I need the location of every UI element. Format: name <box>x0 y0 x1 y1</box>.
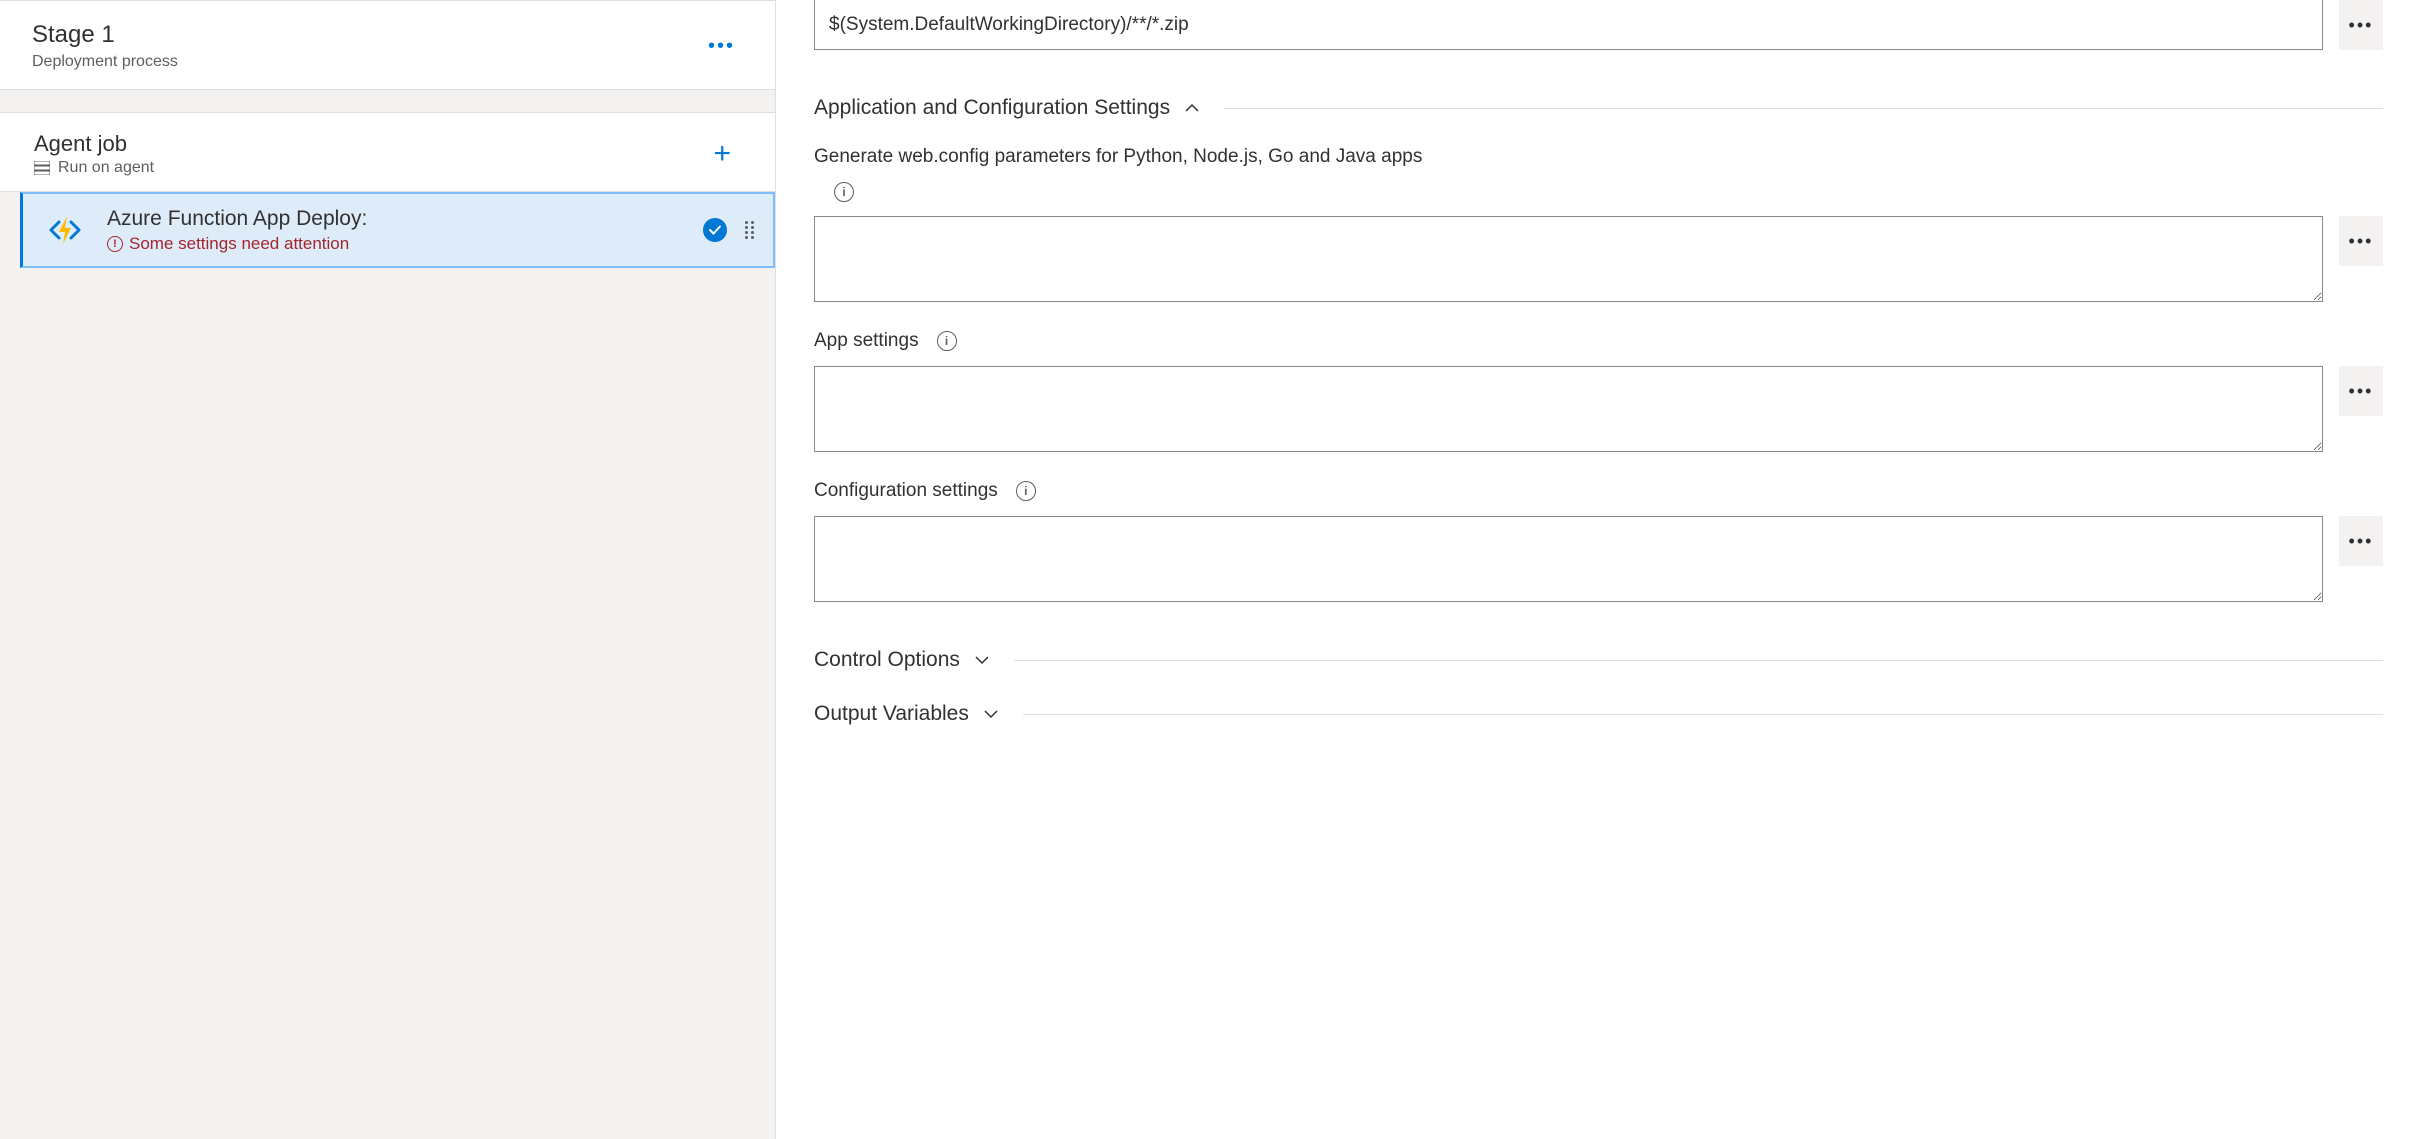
stage-subtitle: Deployment process <box>32 53 178 71</box>
azure-function-icon <box>41 206 89 254</box>
stage-header[interactable]: Stage 1 Deployment process ••• <box>0 1 775 90</box>
agent-job-card[interactable]: Agent job Run on agent + <box>0 112 775 192</box>
stage-more-menu[interactable]: ••• <box>700 27 743 66</box>
webconfig-label: Generate web.config parameters for Pytho… <box>814 146 1422 168</box>
package-path-browse-button[interactable]: ••• <box>2339 0 2383 50</box>
configsettings-browse-button[interactable]: ••• <box>2339 516 2383 566</box>
section-output-variables-title: Output Variables <box>814 702 969 726</box>
add-task-button[interactable]: + <box>713 137 735 171</box>
drag-handle[interactable] <box>745 221 755 239</box>
agent-job-title: Agent job <box>34 131 154 157</box>
section-control-options-title: Control Options <box>814 648 960 672</box>
configsettings-label: Configuration settings <box>814 480 998 502</box>
section-output-variables-header[interactable]: Output Variables <box>814 702 2383 726</box>
left-panel: Stage 1 Deployment process ••• Agent job… <box>0 0 776 1139</box>
stage-title: Stage 1 <box>32 21 178 49</box>
task-azure-function-deploy[interactable]: Azure Function App Deploy: ! Some settin… <box>20 192 775 268</box>
warning-icon: ! <box>107 236 123 252</box>
task-selected-check-icon <box>703 218 727 242</box>
webconfig-input[interactable] <box>814 216 2323 302</box>
divider <box>1224 108 2383 109</box>
task-title: Azure Function App Deploy: <box>107 207 685 231</box>
appsettings-input[interactable] <box>814 366 2323 452</box>
task-warning: ! Some settings need attention <box>107 234 685 254</box>
webconfig-browse-button[interactable]: ••• <box>2339 216 2383 266</box>
info-icon[interactable]: i <box>937 331 957 351</box>
appsettings-browse-button[interactable]: ••• <box>2339 366 2383 416</box>
info-icon[interactable]: i <box>1016 481 1036 501</box>
configsettings-input[interactable] <box>814 516 2323 602</box>
server-icon <box>34 161 50 175</box>
package-path-input[interactable] <box>814 0 2323 50</box>
chevron-down-icon <box>974 652 990 668</box>
agent-job-subtitle: Run on agent <box>58 159 154 177</box>
divider <box>1014 660 2383 661</box>
chevron-down-icon <box>983 706 999 722</box>
right-panel: ••• Application and Configuration Settin… <box>776 0 2423 1139</box>
section-app-config-title: Application and Configuration Settings <box>814 96 1170 120</box>
section-control-options-header[interactable]: Control Options <box>814 648 2383 672</box>
section-app-config-header[interactable]: Application and Configuration Settings <box>814 96 2383 120</box>
divider <box>1023 714 2383 715</box>
info-icon[interactable]: i <box>834 182 854 202</box>
chevron-up-icon <box>1184 100 1200 116</box>
task-warning-text: Some settings need attention <box>129 234 349 254</box>
appsettings-label: App settings <box>814 330 919 352</box>
